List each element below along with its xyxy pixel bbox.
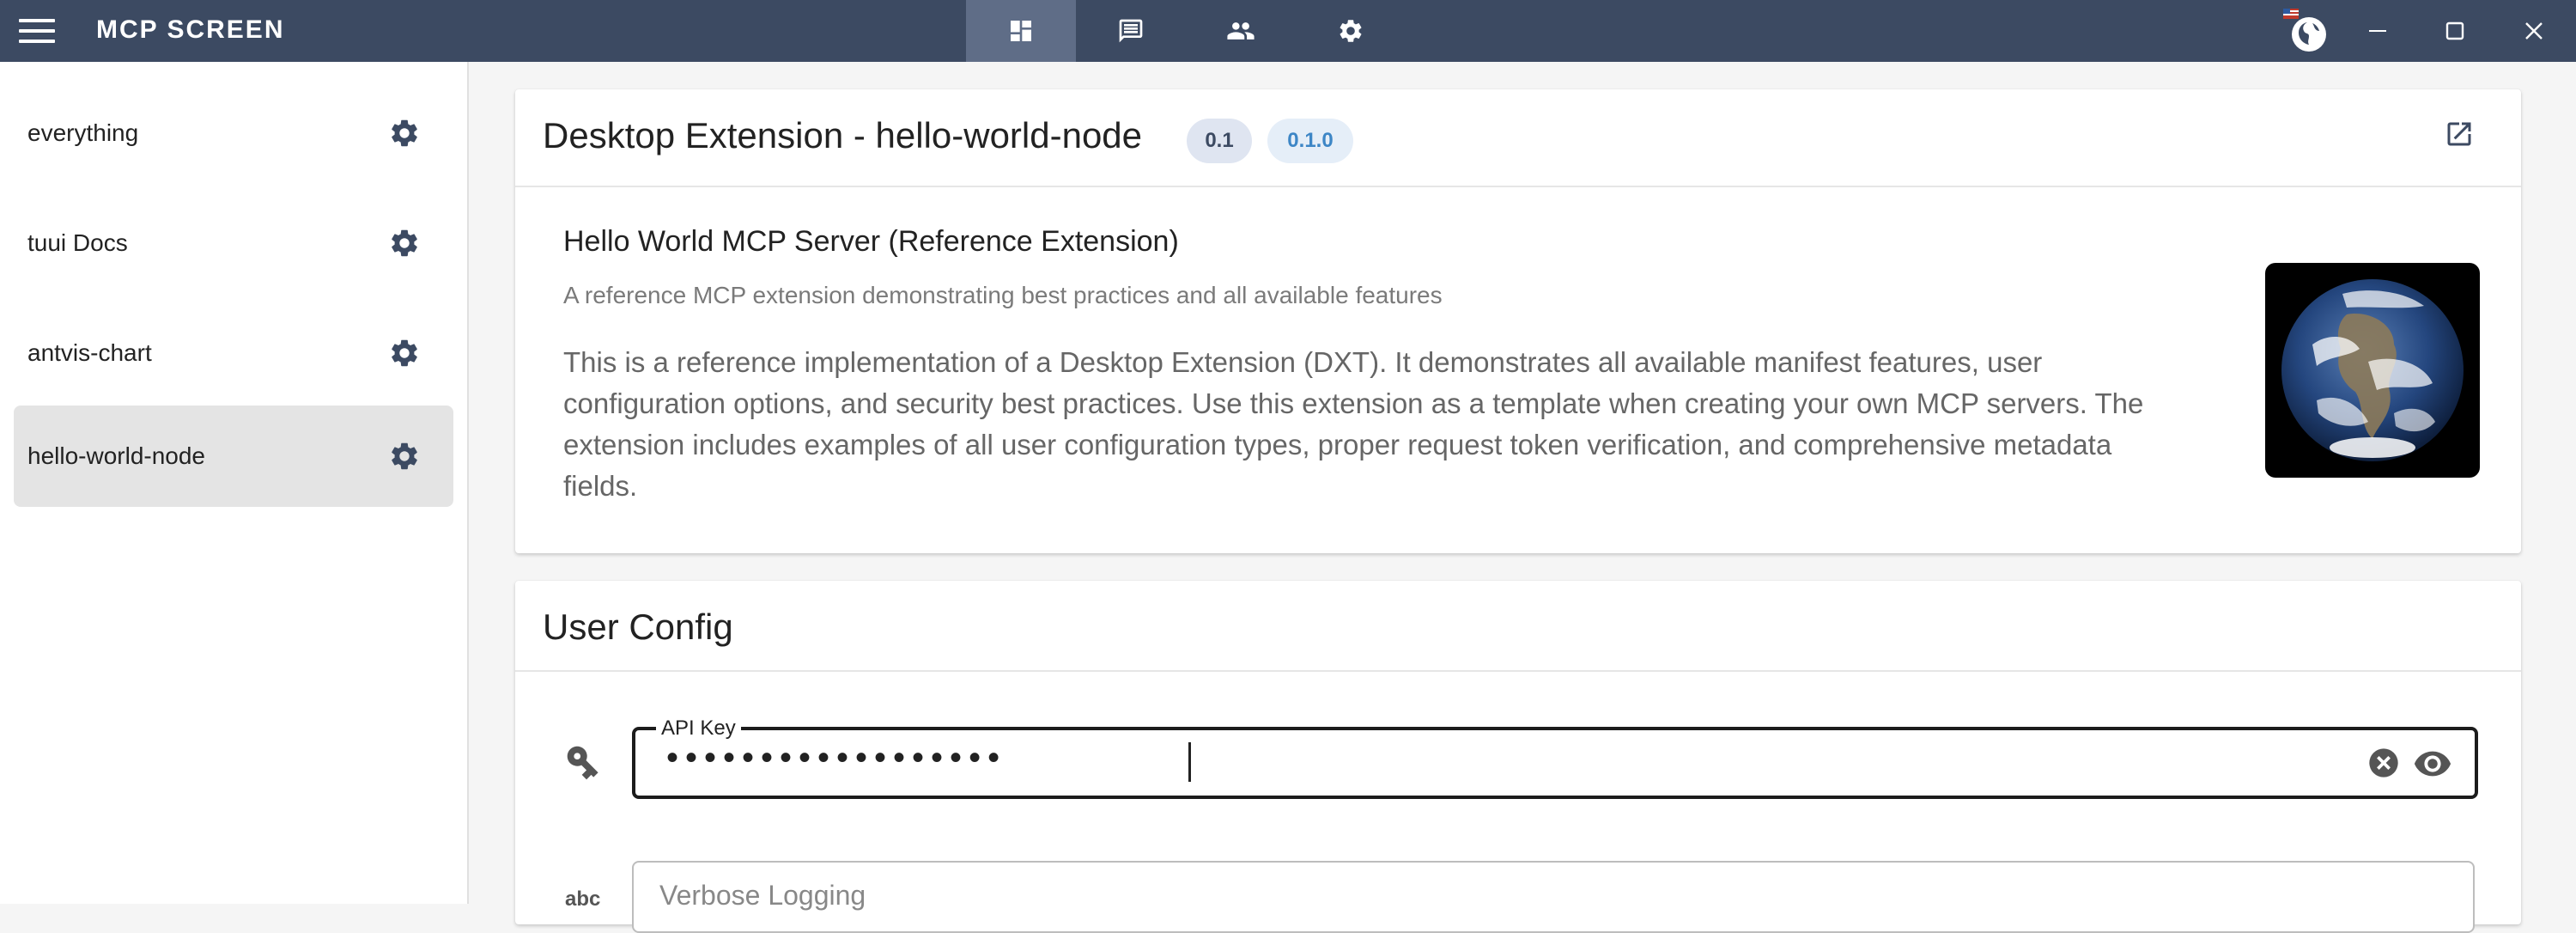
gear-icon[interactable] [388,117,421,149]
spec-version-badge: 0.1 [1187,119,1252,163]
show-password-eye-icon[interactable] [2413,744,2452,784]
gear-icon[interactable] [388,227,421,259]
extension-icon [2265,263,2480,478]
abc-text-icon: abc [565,887,600,909]
dashboard-icon [1011,21,1031,41]
minimize-button[interactable] [2339,0,2416,62]
earth-globe-icon [2281,279,2464,461]
sidebar-item-label: tuui Docs [27,229,128,256]
close-window-button[interactable] [2495,0,2573,62]
sidebar-item-hello-world-node[interactable]: hello-world-node [14,406,453,507]
key-icon [567,746,598,780]
gear-icon[interactable] [388,337,421,369]
api-key-label: API Key [656,717,741,741]
language-button[interactable] [2267,0,2344,62]
sidebar-item-antvis-chart[interactable]: antvis-chart [14,302,453,404]
clear-icon[interactable] [2366,746,2401,780]
server-short-description: A reference MCP extension demonstrating … [563,282,1443,308]
open-external-icon[interactable] [2444,119,2475,149]
people-icon [1227,22,1255,40]
extension-title: Desktop Extension - hello-world-node [543,115,1143,156]
sidebar-item-tuui-docs[interactable]: tuui Docs [14,192,453,294]
divider [515,670,2521,672]
user-config-title: User Config [543,607,733,647]
sidebar-item-label: hello-world-node [27,442,206,469]
close-icon [2525,22,2543,40]
title-bar: MCP SCREEN [0,0,2576,62]
settings-icon [1340,20,1362,42]
sidebar-item-everything[interactable]: everything [14,82,453,184]
svg-text:abc: abc [565,887,600,909]
gear-icon[interactable] [388,440,421,473]
sidebar-item-label: antvis-chart [27,339,152,366]
text-cursor [1188,742,1191,782]
sidebar-item-label: everything [27,119,139,146]
tab-dashboard[interactable] [966,0,1076,62]
server-long-description: This is a reference implementation of a … [563,346,2144,502]
verbose-logging-field[interactable]: Verbose Logging [632,861,2475,933]
version-badge: 0.1.0 [1267,119,1353,163]
app-title: MCP SCREEN [96,15,285,44]
tab-chat[interactable] [1076,0,1186,62]
maximize-icon [2445,21,2464,40]
api-key-value: •••••••••••••••••• [666,739,1007,777]
chat-icon [1119,19,1143,43]
sidebar: everything tuui Docs antvis-chart hello-… [0,62,469,904]
tab-people[interactable] [1186,0,1296,62]
divider [515,186,2521,187]
server-name: Hello World MCP Server (Reference Extens… [563,225,1179,258]
minimize-icon [2369,30,2386,32]
verbose-logging-placeholder: Verbose Logging [659,880,866,911]
api-key-field[interactable]: API Key •••••••••••••••••• [632,717,2478,799]
language-globe-icon [2283,9,2326,52]
tab-settings[interactable] [1296,0,1406,62]
maximize-button[interactable] [2416,0,2494,62]
menu-icon[interactable] [19,19,55,43]
